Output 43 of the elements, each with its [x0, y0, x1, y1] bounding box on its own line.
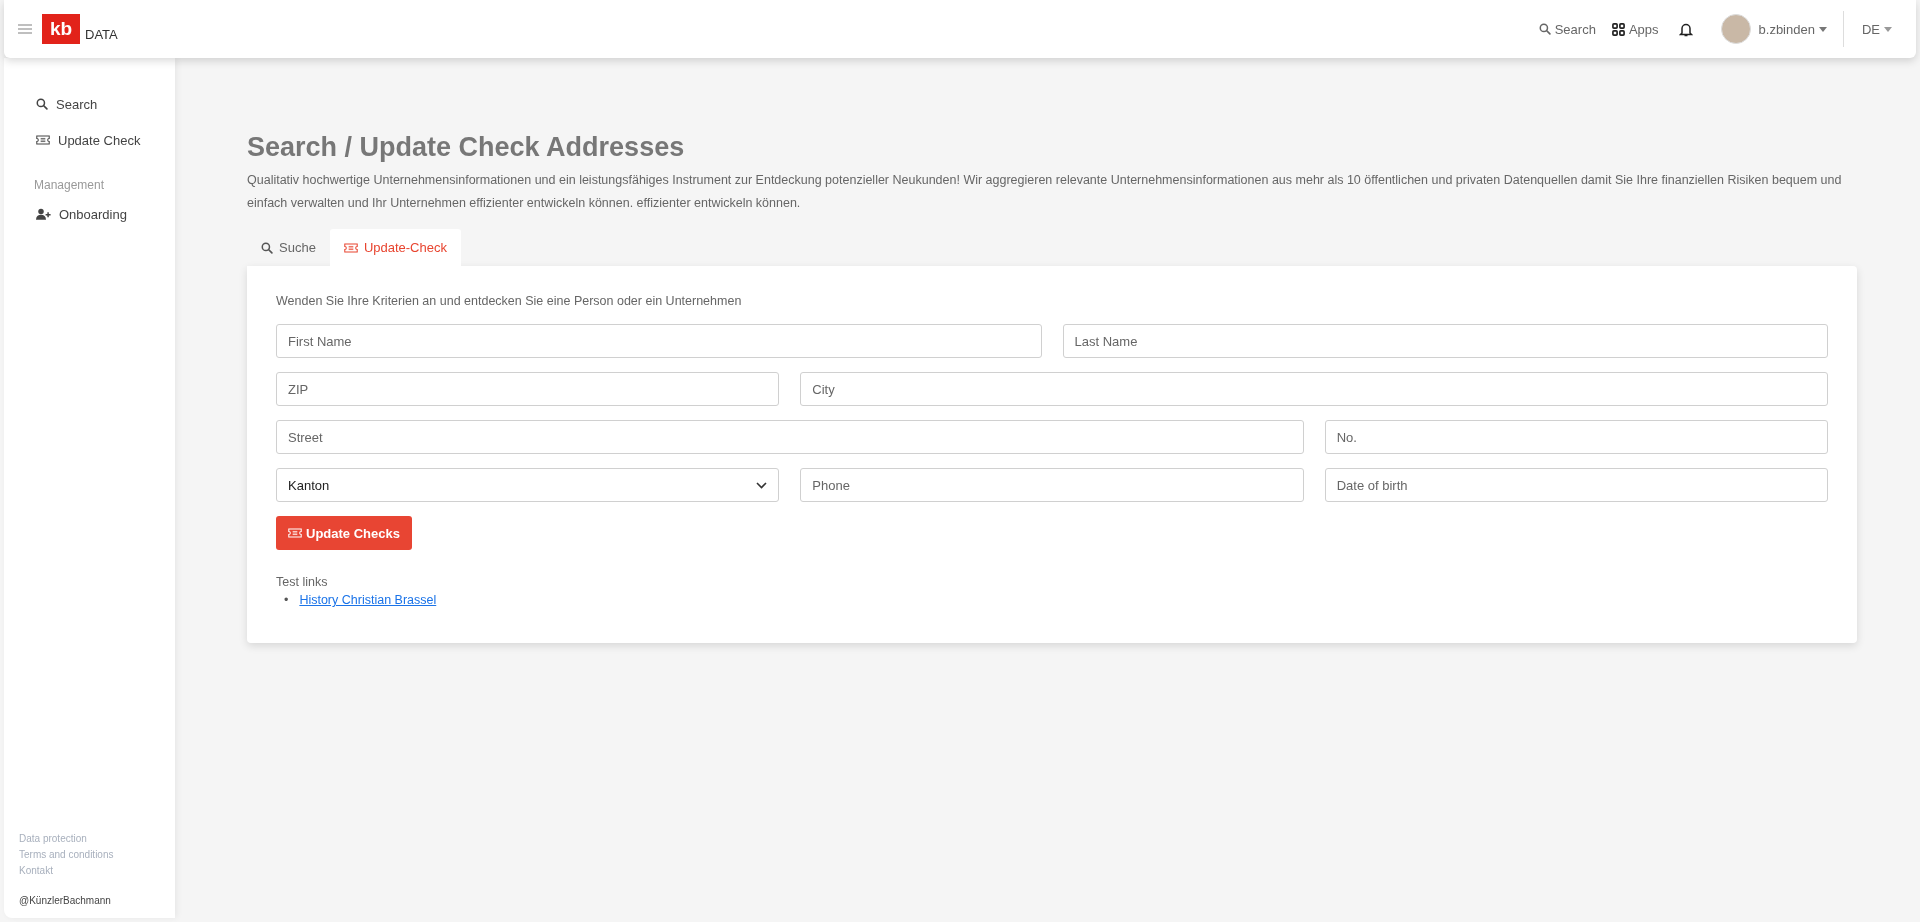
- search-link[interactable]: Search: [1538, 21, 1596, 37]
- input-field[interactable]: Phone: [800, 468, 1304, 502]
- search-icon: [1538, 23, 1551, 35]
- logo-mark: kb: [42, 14, 80, 44]
- logo-text: DATA: [85, 26, 118, 42]
- bell-icon[interactable]: [1678, 21, 1693, 37]
- sidebar-item[interactable]: Onboarding: [4, 196, 175, 232]
- ticket-icon: [343, 242, 358, 253]
- input-field[interactable]: ZIP: [276, 372, 780, 406]
- input-field[interactable]: City: [800, 372, 1828, 406]
- links-heading: Test links: [276, 575, 329, 589]
- section-heading: Management: [33, 178, 106, 192]
- input-field[interactable]: Last Name: [1062, 324, 1828, 358]
- user-plus-icon: [36, 208, 51, 220]
- page-title: Search / Update Check Addresses: [247, 132, 686, 163]
- ticket-icon: [288, 528, 302, 538]
- select-field[interactable]: Kanton: [276, 468, 780, 502]
- user-menu[interactable]: b.zbinden: [1758, 21, 1827, 37]
- ticket-icon: [36, 135, 50, 145]
- form-intro: Wenden Sie Ihre Kriterien an und entdecken Sie eine Person oder ein Unternehmen: [276, 294, 743, 308]
- search-icon: [261, 241, 273, 254]
- caret-icon: [1818, 26, 1827, 32]
- tab[interactable]: Update-Check: [329, 229, 461, 266]
- apps-link[interactable]: Apps: [1611, 21, 1659, 37]
- test-link[interactable]: History Christian Brassel: [299, 593, 437, 607]
- chevron-icon: [756, 481, 768, 489]
- input-field[interactable]: First Name: [276, 324, 1042, 358]
- input-field[interactable]: Date of birth: [1324, 468, 1828, 502]
- sidebar-item[interactable]: Search: [4, 86, 175, 122]
- input-field[interactable]: No.: [1324, 420, 1828, 454]
- caret-icon: [1884, 26, 1892, 32]
- menu-icon[interactable]: [18, 24, 32, 34]
- sidebar-item[interactable]: Update Check: [4, 122, 175, 158]
- page-description: Qualitativ hochwertige Unternehmensinformationen und ein leistungsfähiges Instrument zur Entdeckung potenzieller Neukunden! Wir aggregieren relevante Unternehmensinformationen aus mehr als 10 öffentlichen und privaten Datenquellen damit Sie Ihre finanziellen Risiken bequem und einfach verwalten und Ihr Unternehmen effizienter entwickeln können. effizienter entwickeln können.: [247, 172, 1843, 212]
- avatar[interactable]: [1720, 14, 1751, 44]
- language-menu[interactable]: DE: [1861, 21, 1892, 37]
- tab[interactable]: Suche: [247, 229, 330, 266]
- update-checks-button[interactable]: Update Checks: [276, 516, 412, 550]
- copyright-text: @KünzlerBachmann: [19, 895, 112, 906]
- bullet: •: [284, 593, 289, 607]
- search-icon: [36, 98, 48, 110]
- input-field[interactable]: Street: [276, 420, 1304, 454]
- grid-icon: [1611, 22, 1625, 36]
